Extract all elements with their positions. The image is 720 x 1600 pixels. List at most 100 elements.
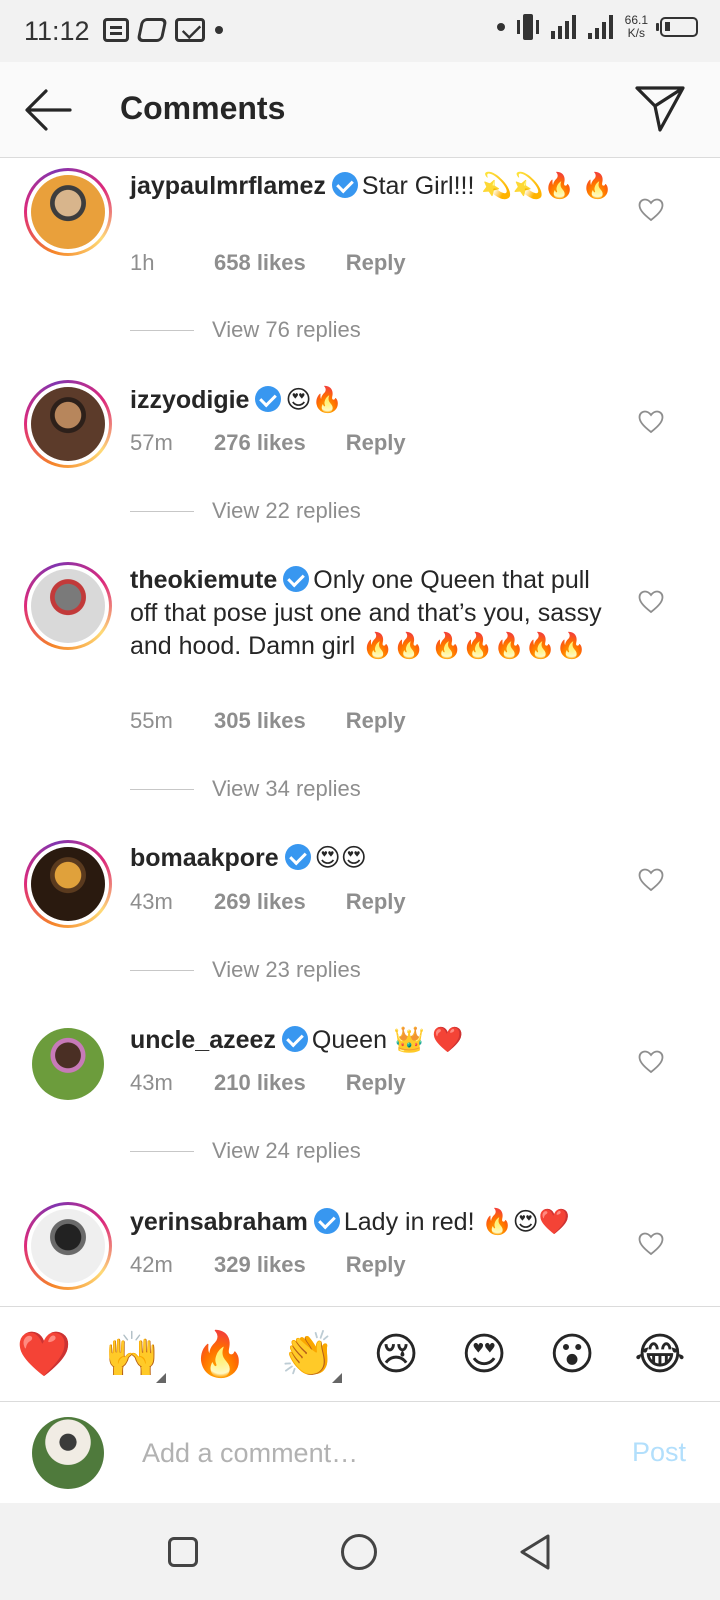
reply-button[interactable]: Reply: [346, 889, 406, 915]
avatar[interactable]: [24, 1202, 112, 1290]
comment-body: Queen 👑 ❤️: [311, 1026, 464, 1054]
comment-username[interactable]: yerinsabraham: [130, 1208, 308, 1236]
comment-likes[interactable]: 210 likes: [214, 1070, 306, 1096]
comment-username[interactable]: jaypaulmrflamez: [130, 172, 326, 200]
view-replies-label: View 24 replies: [212, 1138, 361, 1163]
skin-tone-indicator-icon: [332, 1373, 342, 1383]
comment-username[interactable]: bomaakpore: [130, 844, 279, 872]
like-heart-icon[interactable]: [638, 868, 664, 892]
comment-time: 42m: [130, 1252, 173, 1277]
comment-likes[interactable]: 269 likes: [214, 889, 306, 915]
emoji-quick-bar: ❤️ 🙌 🔥 👏 😢 😍 😮 😂: [0, 1306, 720, 1402]
reply-button[interactable]: Reply: [346, 1070, 406, 1096]
emoji-button[interactable]: 😮: [544, 1331, 600, 1379]
emoji-glyph: 😍: [461, 1330, 507, 1379]
comment-input[interactable]: [142, 1433, 592, 1473]
comment-text: theokiemute Only one Queen that pull off …: [130, 564, 620, 663]
view-replies-link[interactable]: View 23 replies: [130, 957, 361, 983]
emoji-glyph: ❤️: [16, 1330, 72, 1379]
document-icon: [103, 18, 129, 42]
post-button[interactable]: Post: [632, 1437, 686, 1468]
comment-time: 43m: [130, 1070, 173, 1095]
emoji-button[interactable]: 😂: [632, 1331, 688, 1379]
avatar-frame: [32, 1028, 104, 1100]
signal-icon: [587, 15, 613, 39]
comment-likes[interactable]: 305 likes: [214, 708, 306, 734]
like-heart-icon[interactable]: [638, 1050, 664, 1074]
reply-button[interactable]: Reply: [346, 708, 406, 734]
triangle-back-icon[interactable]: [518, 1533, 552, 1571]
avatar-frame: [27, 1205, 109, 1287]
view-replies-link[interactable]: View 22 replies: [130, 498, 361, 524]
divider: [130, 788, 194, 790]
emoji-button[interactable]: 🔥: [192, 1331, 248, 1379]
avatar-image: [31, 569, 105, 643]
comment-text: jaypaulmrflamez Star Girl!!! 💫💫🔥 🔥: [130, 170, 620, 203]
emoji-glyph: 🙌: [104, 1330, 160, 1379]
emoji-button[interactable]: 👏: [280, 1331, 342, 1383]
view-replies-label: View 76 replies: [212, 317, 361, 342]
like-heart-icon[interactable]: [638, 410, 664, 434]
status-notifications: [103, 18, 223, 42]
like-heart-icon[interactable]: [638, 198, 664, 222]
comments-list[interactable]: jaypaulmrflamez Star Girl!!! 💫💫🔥 🔥 1h 658 l…: [0, 158, 720, 1306]
emoji-glyph: 😮: [549, 1330, 595, 1379]
verified-badge-icon: [331, 172, 358, 198]
comment-meta: 43m 269 likes Reply: [130, 889, 406, 915]
comment-likes[interactable]: 658 likes: [214, 250, 306, 276]
divider: [130, 969, 194, 971]
emoji-glyph: 🔥: [192, 1330, 248, 1379]
arrow-left-icon[interactable]: [22, 86, 74, 134]
network-speed-unit: K/s: [627, 26, 645, 40]
emoji-button[interactable]: ❤️: [16, 1331, 72, 1379]
emoji-button[interactable]: 🙌: [104, 1330, 166, 1383]
network-speed: 66.1 K/s: [625, 14, 648, 40]
like-heart-icon[interactable]: [638, 1232, 664, 1256]
comment-meta: 42m 329 likes Reply: [130, 1252, 406, 1278]
divider: [130, 329, 194, 331]
avatar-image: [31, 847, 105, 921]
comment-username[interactable]: izzyodigie: [130, 386, 249, 414]
paper-plane-icon[interactable]: [634, 84, 686, 134]
comment-meta: 57m 276 likes Reply: [130, 430, 406, 456]
square-icon[interactable]: [168, 1537, 198, 1567]
view-replies-label: View 23 replies: [212, 957, 361, 982]
avatar-image: [32, 1028, 104, 1100]
avatar[interactable]: [24, 168, 112, 256]
comment-likes[interactable]: 329 likes: [214, 1252, 306, 1278]
comment-meta: 43m 210 likes Reply: [130, 1070, 406, 1096]
view-replies-link[interactable]: View 34 replies: [130, 776, 361, 802]
reply-button[interactable]: Reply: [346, 1252, 406, 1278]
status-time: 11:12: [24, 16, 90, 46]
current-user-avatar: [32, 1417, 104, 1489]
verified-badge-icon: [283, 566, 310, 592]
view-replies-link[interactable]: View 76 replies: [130, 317, 361, 343]
emoji-button[interactable]: 😍: [456, 1331, 512, 1379]
avatar[interactable]: [24, 562, 112, 650]
verified-badge-icon: [255, 386, 282, 412]
vibrate-icon: [516, 14, 539, 40]
comment-time: 1h: [130, 250, 155, 275]
dot-icon: [496, 23, 505, 31]
comment-text: uncle_azeez Queen 👑 ❤️: [130, 1024, 620, 1057]
comment-username[interactable]: uncle_azeez: [130, 1026, 276, 1054]
avatar[interactable]: [32, 1028, 104, 1100]
status-system-icons: 66.1 K/s: [496, 14, 698, 40]
mail-icon: [175, 18, 205, 42]
avatar-image: [31, 1209, 105, 1283]
avatar[interactable]: [24, 380, 112, 468]
comment-username[interactable]: theokiemute: [130, 566, 277, 594]
like-heart-icon[interactable]: [638, 590, 664, 614]
emoji-glyph: 😢: [373, 1330, 419, 1379]
emoji-button[interactable]: 😢: [368, 1331, 424, 1379]
circle-icon[interactable]: [341, 1534, 377, 1570]
divider: [130, 1150, 194, 1152]
comment-likes[interactable]: 276 likes: [214, 430, 306, 456]
verified-badge-icon: [281, 1026, 308, 1052]
reply-button[interactable]: Reply: [346, 250, 406, 276]
view-replies-link[interactable]: View 24 replies: [130, 1138, 361, 1164]
reply-button[interactable]: Reply: [346, 430, 406, 456]
avatar[interactable]: [24, 840, 112, 928]
view-replies-label: View 22 replies: [212, 498, 361, 523]
comment-text: izzyodigie 😍🔥: [130, 384, 620, 417]
